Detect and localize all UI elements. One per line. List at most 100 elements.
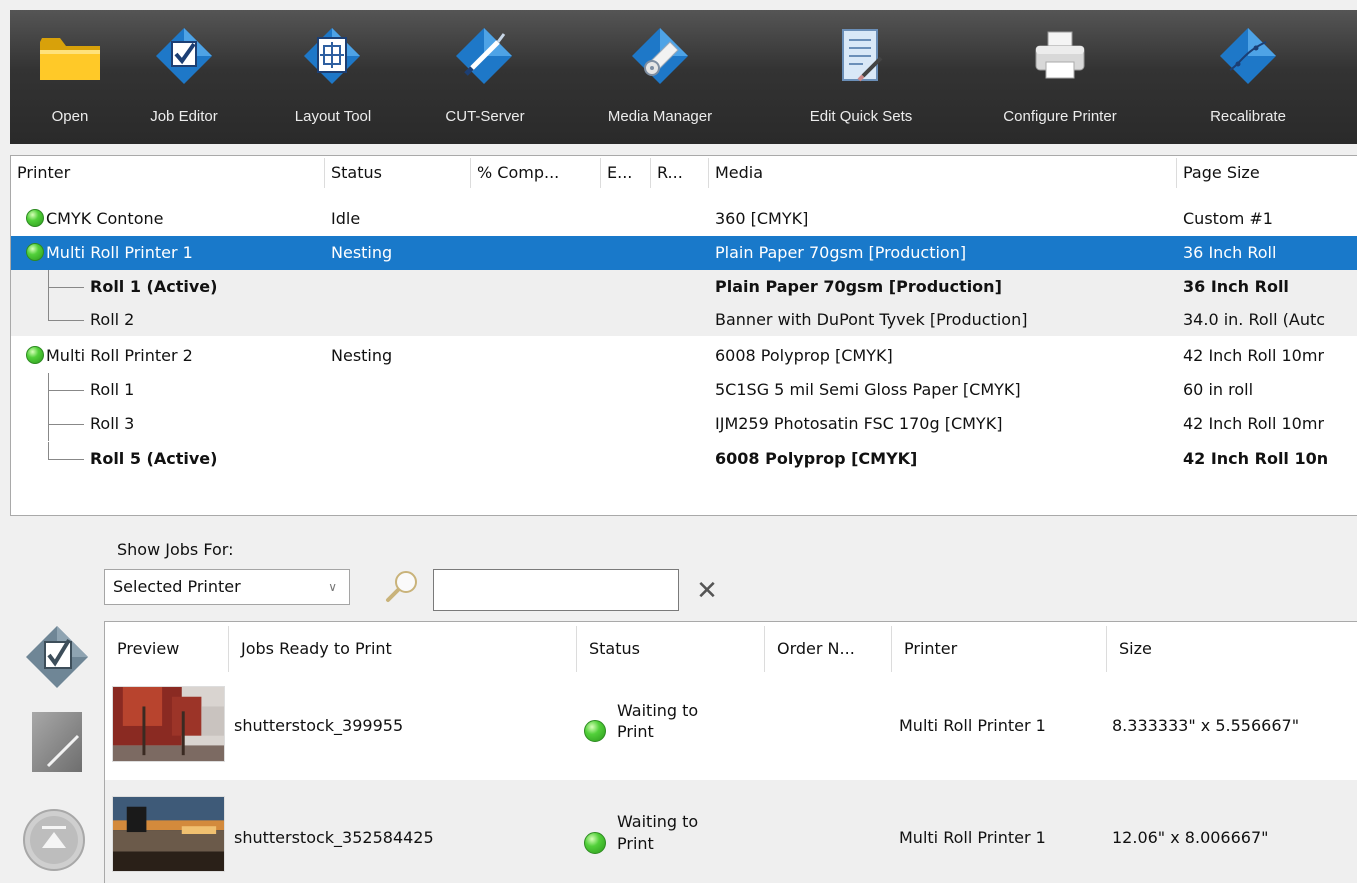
edit-quick-sets-icon: [842, 29, 883, 82]
column-header-e[interactable]: E...: [601, 156, 632, 190]
job-name: shutterstock_352584425: [234, 828, 434, 847]
layout-tool-button[interactable]: Layout Tool: [278, 10, 388, 144]
job-preview-thumbnail: [112, 796, 225, 872]
tree-line: [48, 304, 49, 320]
recalibrate-icon: [1220, 28, 1276, 84]
tree-line: [48, 390, 84, 391]
column-header-page-size[interactable]: Page Size: [1177, 156, 1260, 190]
column-header-printer[interactable]: Printer: [892, 622, 957, 676]
job-name: shutterstock_399955: [234, 716, 404, 735]
printer-status: Nesting: [331, 346, 393, 365]
column-header-r[interactable]: R...: [651, 156, 683, 190]
job-status-line1: Waiting to: [617, 701, 699, 720]
printer-name: CMYK Contone: [46, 209, 164, 228]
printer-row[interactable]: CMYK Contone Idle 360 [CMYK] Custom #1: [11, 202, 1357, 235]
roll-name: Roll 3: [90, 414, 135, 433]
move-to-top-icon[interactable]: [20, 806, 88, 874]
printer-media: 360 [CMYK]: [715, 209, 809, 228]
cut-server-button[interactable]: CUT-Server: [430, 10, 540, 144]
open-button[interactable]: Open: [34, 10, 106, 144]
printer-status: Nesting: [331, 243, 393, 262]
column-header-order-number[interactable]: Order N...: [765, 622, 855, 676]
printer-media: Plain Paper 70gsm [Production]: [715, 243, 967, 262]
printer-row-selected[interactable]: Multi Roll Printer 1 Nesting Plain Paper…: [11, 236, 1357, 270]
status-ok-icon: [584, 720, 606, 742]
media-manager-icon: [632, 28, 688, 84]
show-jobs-for-label: Show Jobs For:: [117, 540, 234, 559]
job-row[interactable]: shutterstock_399955 Waiting to Print Mul…: [105, 676, 1357, 780]
layout-tool-label: Layout Tool: [294, 108, 372, 125]
folder-icon: [40, 38, 100, 80]
column-header-status[interactable]: Status: [325, 156, 382, 190]
column-header-printer[interactable]: Printer: [11, 156, 70, 190]
edit-quick-sets-button[interactable]: Edit Quick Sets: [786, 10, 936, 144]
status-ok-icon: [26, 346, 44, 364]
column-header-status[interactable]: Status: [577, 622, 640, 676]
column-header-job-name[interactable]: Jobs Ready to Print: [229, 622, 392, 676]
status-ok-icon: [26, 243, 44, 261]
app-window: Open Job Editor Layout Tool CUT-Server M…: [0, 0, 1357, 883]
column-header-size[interactable]: Size: [1107, 622, 1152, 676]
roll-row[interactable]: Roll 2 Banner with DuPont Tyvek [Product…: [11, 304, 1357, 336]
job-status-line2: Print: [617, 834, 654, 853]
job-editor-button[interactable]: Job Editor: [132, 10, 236, 144]
job-status-line1: Waiting to: [617, 812, 699, 831]
printer-page-size: Custom #1: [1183, 209, 1273, 228]
cut-server-label: CUT-Server: [445, 108, 525, 125]
media-manager-button[interactable]: Media Manager: [590, 10, 730, 144]
configure-printer-button[interactable]: Configure Printer: [980, 10, 1140, 144]
recalibrate-label: Recalibrate: [1210, 108, 1286, 125]
recalibrate-button[interactable]: Recalibrate: [1188, 10, 1308, 144]
roll-page-size: 36 Inch Roll: [1183, 277, 1289, 296]
column-header-percent-complete[interactable]: % Comp...: [471, 156, 559, 190]
show-jobs-for-dropdown[interactable]: Selected Printer ∨: [104, 569, 350, 605]
roll-row[interactable]: Roll 1 5C1SG 5 mil Semi Gloss Paper [CMY…: [11, 373, 1357, 407]
roll-name: Roll 5 (Active): [90, 449, 218, 468]
clear-search-button[interactable]: ✕: [690, 574, 724, 608]
printer-name: Multi Roll Printer 2: [46, 346, 193, 365]
status-ok-icon: [26, 209, 44, 227]
roll-row-active[interactable]: Roll 1 (Active) Plain Paper 70gsm [Produ…: [11, 270, 1357, 304]
configure-printer-label: Configure Printer: [1003, 108, 1117, 125]
tree-line: [48, 320, 84, 321]
dropdown-value: Selected Printer: [113, 577, 241, 596]
jobs-table: Preview Jobs Ready to Print Status Order…: [104, 621, 1357, 883]
roll-media: 5C1SG 5 mil Semi Gloss Paper [CMYK]: [715, 380, 1021, 399]
edit-quick-sets-label: Edit Quick Sets: [809, 108, 913, 125]
printer-row[interactable]: Multi Roll Printer 2 Nesting 6008 Polypr…: [11, 339, 1357, 373]
roll-page-size: 60 in roll: [1183, 380, 1254, 399]
open-label: Open: [51, 108, 89, 125]
printer-media: 6008 Polyprop [CMYK]: [715, 346, 893, 365]
roll-page-size: 42 Inch Roll 10mr: [1183, 414, 1325, 433]
chevron-down-icon: ∨: [328, 580, 337, 594]
job-editor-icon: [156, 28, 212, 84]
edit-icon[interactable]: [26, 708, 90, 776]
printer-status: Idle: [331, 209, 361, 228]
cut-server-icon: [456, 28, 512, 84]
job-editor-icon[interactable]: [22, 622, 92, 692]
job-preview-thumbnail: [112, 686, 225, 762]
printer-name: Multi Roll Printer 1: [46, 243, 193, 262]
job-editor-label: Job Editor: [150, 108, 218, 125]
roll-page-size: 34.0 in. Roll (Autc: [1183, 310, 1326, 329]
job-printer: Multi Roll Printer 1: [899, 716, 1046, 735]
roll-name: Roll 1 (Active): [90, 277, 218, 296]
layout-tool-icon: [304, 28, 360, 84]
column-header-preview[interactable]: Preview: [105, 622, 179, 676]
job-row[interactable]: shutterstock_352584425 Waiting to Print …: [105, 780, 1357, 883]
roll-row-active[interactable]: Roll 5 (Active) 6008 Polyprop [CMYK] 42 …: [11, 442, 1357, 476]
roll-name: Roll 1: [90, 380, 135, 399]
printer-icon: [1035, 31, 1085, 79]
media-manager-label: Media Manager: [607, 108, 713, 125]
roll-row[interactable]: Roll 3 IJM259 Photosatin FSC 170g [CMYK]…: [11, 407, 1357, 441]
job-search-input[interactable]: [433, 569, 679, 611]
tree-line: [48, 424, 84, 425]
search-icon[interactable]: [382, 568, 422, 606]
tree-line: [48, 459, 84, 460]
column-header-media[interactable]: Media: [709, 156, 763, 190]
roll-media: IJM259 Photosatin FSC 170g [CMYK]: [715, 414, 1003, 433]
printer-page-size: 36 Inch Roll: [1183, 243, 1277, 262]
roll-media: Plain Paper 70gsm [Production]: [715, 277, 1002, 296]
job-printer: Multi Roll Printer 1: [899, 828, 1046, 847]
job-status-line2: Print: [617, 722, 654, 741]
